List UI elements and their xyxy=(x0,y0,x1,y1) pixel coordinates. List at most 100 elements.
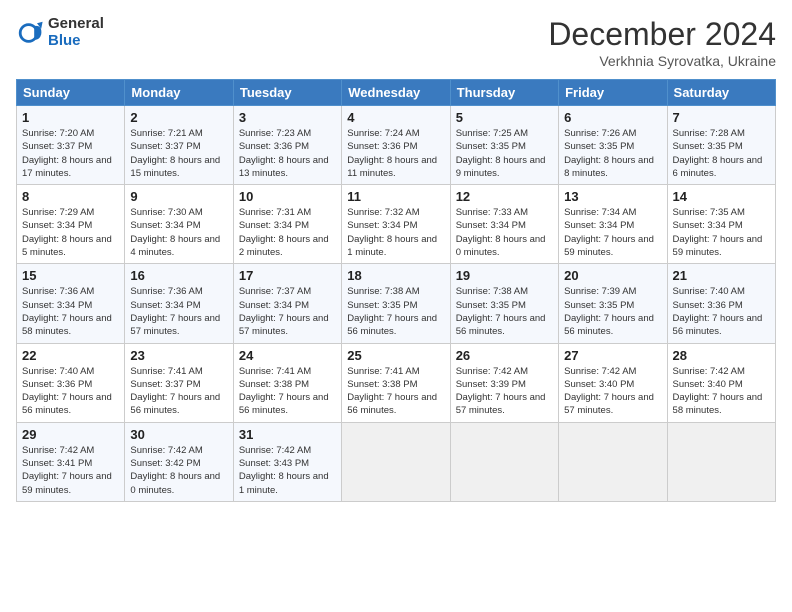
calendar-day-23: 23 Sunrise: 7:41 AMSunset: 3:37 PMDayligh… xyxy=(125,343,233,422)
calendar-week-1: 1 Sunrise: 7:20 AMSunset: 3:37 PMDaylight… xyxy=(17,106,776,185)
calendar-day-12: 12 Sunrise: 7:33 AMSunset: 3:34 PMDayligh… xyxy=(450,185,558,264)
calendar-day-29: 29Sunrise: 7:42 AMSunset: 3:41 PMDayligh… xyxy=(17,422,125,501)
day-info: Sunrise: 7:41 AMSunset: 3:38 PMDaylight:… xyxy=(239,365,336,418)
calendar-day-4: 4 Sunrise: 7:24 AMSunset: 3:36 PMDaylight… xyxy=(342,106,450,185)
day-info: Sunrise: 7:20 AMSunset: 3:37 PMDaylight:… xyxy=(22,127,119,180)
weekday-header-sunday: Sunday xyxy=(17,80,125,106)
calendar-week-2: 8 Sunrise: 7:29 AMSunset: 3:34 PMDaylight… xyxy=(17,185,776,264)
day-number: 13 xyxy=(564,189,661,204)
calendar-day-28: 28 Sunrise: 7:42 AMSunset: 3:40 PMDayligh… xyxy=(667,343,775,422)
calendar-day-1: 1 Sunrise: 7:20 AMSunset: 3:37 PMDaylight… xyxy=(17,106,125,185)
day-info: Sunrise: 7:42 AMSunset: 3:40 PMDaylight:… xyxy=(564,365,661,418)
day-info: Sunrise: 7:29 AMSunset: 3:34 PMDaylight:… xyxy=(22,206,119,259)
empty-cell xyxy=(667,422,775,501)
calendar-day-2: 2 Sunrise: 7:21 AMSunset: 3:37 PMDaylight… xyxy=(125,106,233,185)
day-info: Sunrise: 7:41 AMSunset: 3:37 PMDaylight:… xyxy=(130,365,227,418)
day-number: 18 xyxy=(347,268,444,283)
day-number: 11 xyxy=(347,189,444,204)
calendar-day-20: 20 Sunrise: 7:39 AMSunset: 3:35 PMDayligh… xyxy=(559,264,667,343)
day-info: Sunrise: 7:24 AMSunset: 3:36 PMDaylight:… xyxy=(347,127,444,180)
weekday-header-friday: Friday xyxy=(559,80,667,106)
calendar-day-30: 30 Sunrise: 7:42 AMSunset: 3:42 PMDayligh… xyxy=(125,422,233,501)
day-info: Sunrise: 7:39 AMSunset: 3:35 PMDaylight:… xyxy=(564,285,661,338)
day-info: Sunrise: 7:42 AMSunset: 3:39 PMDaylight:… xyxy=(456,365,553,418)
calendar-day-18: 18Sunrise: 7:38 AMSunset: 3:35 PMDayligh… xyxy=(342,264,450,343)
empty-cell xyxy=(342,422,450,501)
calendar-week-3: 15Sunrise: 7:36 AMSunset: 3:34 PMDayligh… xyxy=(17,264,776,343)
calendar-week-4: 22Sunrise: 7:40 AMSunset: 3:36 PMDayligh… xyxy=(17,343,776,422)
day-number: 24 xyxy=(239,348,336,363)
day-number: 21 xyxy=(673,268,770,283)
day-number: 14 xyxy=(673,189,770,204)
calendar-day-31: 31 Sunrise: 7:42 AMSunset: 3:43 PMDayligh… xyxy=(233,422,341,501)
weekday-header-wednesday: Wednesday xyxy=(342,80,450,106)
day-info: Sunrise: 7:36 AMSunset: 3:34 PMDaylight:… xyxy=(22,285,119,338)
calendar-week-5: 29Sunrise: 7:42 AMSunset: 3:41 PMDayligh… xyxy=(17,422,776,501)
day-info: Sunrise: 7:33 AMSunset: 3:34 PMDaylight:… xyxy=(456,206,553,259)
day-number: 10 xyxy=(239,189,336,204)
calendar-day-26: 26 Sunrise: 7:42 AMSunset: 3:39 PMDayligh… xyxy=(450,343,558,422)
day-info: Sunrise: 7:26 AMSunset: 3:35 PMDaylight:… xyxy=(564,127,661,180)
day-number: 23 xyxy=(130,348,227,363)
calendar-day-7: 7 Sunrise: 7:28 AMSunset: 3:35 PMDaylight… xyxy=(667,106,775,185)
day-info: Sunrise: 7:36 AMSunset: 3:34 PMDaylight:… xyxy=(130,285,227,338)
day-info: Sunrise: 7:42 AMSunset: 3:43 PMDaylight:… xyxy=(239,444,336,497)
month-title: December 2024 xyxy=(548,16,776,53)
day-number: 3 xyxy=(239,110,336,125)
day-number: 17 xyxy=(239,268,336,283)
logo-text: General Blue xyxy=(48,16,104,49)
day-number: 26 xyxy=(456,348,553,363)
calendar-day-10: 10 Sunrise: 7:31 AMSunset: 3:34 PMDayligh… xyxy=(233,185,341,264)
page-header: General Blue December 2024 Verkhnia Syro… xyxy=(16,16,776,69)
day-info: Sunrise: 7:35 AMSunset: 3:34 PMDaylight:… xyxy=(673,206,770,259)
calendar-day-22: 22Sunrise: 7:40 AMSunset: 3:36 PMDayligh… xyxy=(17,343,125,422)
day-number: 30 xyxy=(130,427,227,442)
day-number: 16 xyxy=(130,268,227,283)
day-number: 7 xyxy=(673,110,770,125)
calendar-day-5: 5 Sunrise: 7:25 AMSunset: 3:35 PMDaylight… xyxy=(450,106,558,185)
day-number: 9 xyxy=(130,189,227,204)
day-info: Sunrise: 7:21 AMSunset: 3:37 PMDaylight:… xyxy=(130,127,227,180)
title-block: December 2024 Verkhnia Syrovatka, Ukrain… xyxy=(548,16,776,69)
day-number: 28 xyxy=(673,348,770,363)
weekday-header-thursday: Thursday xyxy=(450,80,558,106)
day-info: Sunrise: 7:37 AMSunset: 3:34 PMDaylight:… xyxy=(239,285,336,338)
calendar-day-8: 8 Sunrise: 7:29 AMSunset: 3:34 PMDaylight… xyxy=(17,185,125,264)
logo: General Blue xyxy=(16,16,104,49)
logo-blue: Blue xyxy=(48,33,104,50)
weekday-header-tuesday: Tuesday xyxy=(233,80,341,106)
day-number: 5 xyxy=(456,110,553,125)
calendar-table: SundayMondayTuesdayWednesdayThursdayFrid… xyxy=(16,79,776,502)
day-info: Sunrise: 7:25 AMSunset: 3:35 PMDaylight:… xyxy=(456,127,553,180)
day-info: Sunrise: 7:31 AMSunset: 3:34 PMDaylight:… xyxy=(239,206,336,259)
day-number: 19 xyxy=(456,268,553,283)
calendar-day-25: 25Sunrise: 7:41 AMSunset: 3:38 PMDayligh… xyxy=(342,343,450,422)
calendar-day-16: 16 Sunrise: 7:36 AMSunset: 3:34 PMDayligh… xyxy=(125,264,233,343)
day-info: Sunrise: 7:42 AMSunset: 3:42 PMDaylight:… xyxy=(130,444,227,497)
day-number: 27 xyxy=(564,348,661,363)
day-number: 1 xyxy=(22,110,119,125)
day-number: 31 xyxy=(239,427,336,442)
calendar-day-14: 14 Sunrise: 7:35 AMSunset: 3:34 PMDayligh… xyxy=(667,185,775,264)
empty-cell xyxy=(450,422,558,501)
day-info: Sunrise: 7:40 AMSunset: 3:36 PMDaylight:… xyxy=(673,285,770,338)
logo-icon xyxy=(16,19,44,47)
day-info: Sunrise: 7:30 AMSunset: 3:34 PMDaylight:… xyxy=(130,206,227,259)
day-number: 22 xyxy=(22,348,119,363)
day-info: Sunrise: 7:28 AMSunset: 3:35 PMDaylight:… xyxy=(673,127,770,180)
day-number: 4 xyxy=(347,110,444,125)
day-number: 12 xyxy=(456,189,553,204)
day-number: 20 xyxy=(564,268,661,283)
calendar-day-13: 13Sunrise: 7:34 AMSunset: 3:34 PMDayligh… xyxy=(559,185,667,264)
calendar-day-19: 19 Sunrise: 7:38 AMSunset: 3:35 PMDayligh… xyxy=(450,264,558,343)
day-info: Sunrise: 7:42 AMSunset: 3:40 PMDaylight:… xyxy=(673,365,770,418)
calendar-day-24: 24 Sunrise: 7:41 AMSunset: 3:38 PMDayligh… xyxy=(233,343,341,422)
day-number: 2 xyxy=(130,110,227,125)
logo-general: General xyxy=(48,16,104,33)
calendar-day-15: 15Sunrise: 7:36 AMSunset: 3:34 PMDayligh… xyxy=(17,264,125,343)
day-info: Sunrise: 7:41 AMSunset: 3:38 PMDaylight:… xyxy=(347,365,444,418)
day-info: Sunrise: 7:38 AMSunset: 3:35 PMDaylight:… xyxy=(456,285,553,338)
day-number: 8 xyxy=(22,189,119,204)
day-number: 29 xyxy=(22,427,119,442)
calendar-day-27: 27 Sunrise: 7:42 AMSunset: 3:40 PMDayligh… xyxy=(559,343,667,422)
